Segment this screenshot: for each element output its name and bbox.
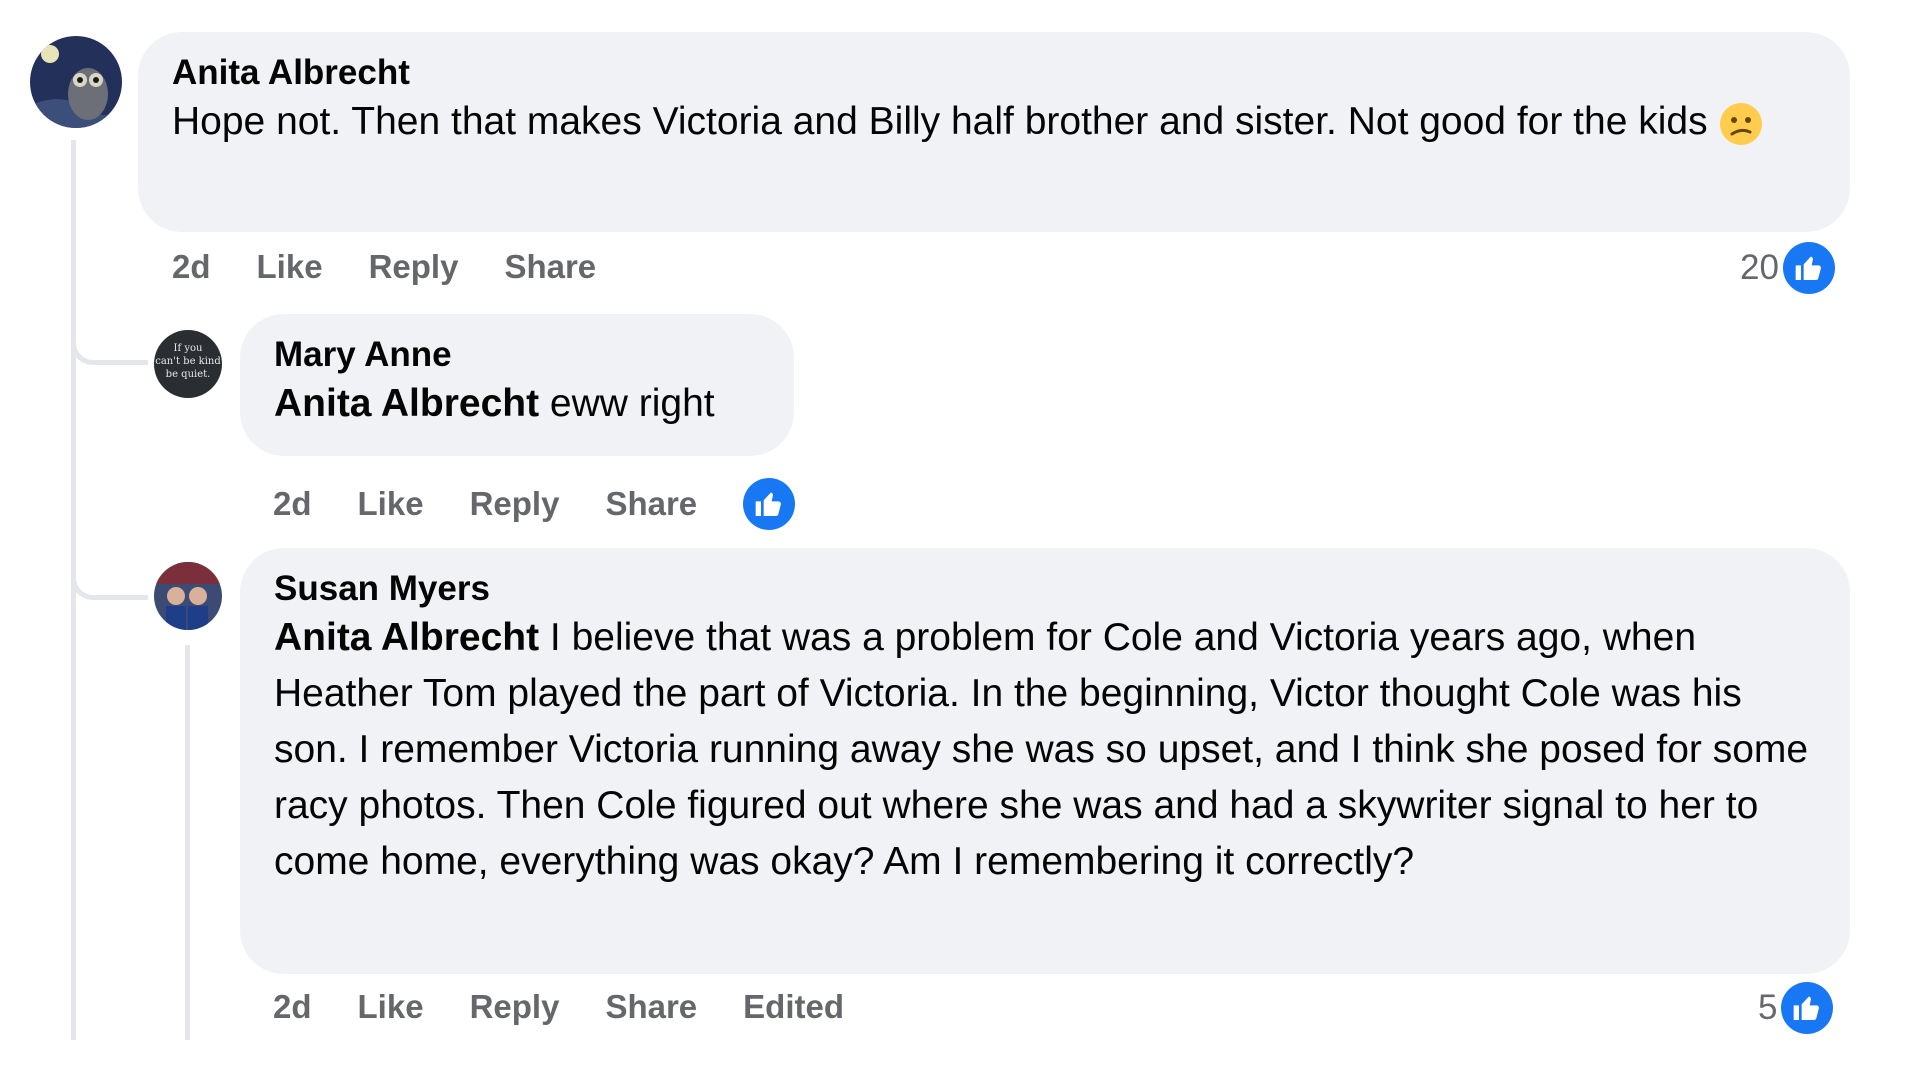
avatar-mary-anne[interactable]: If you can't be kind be quiet. <box>154 330 222 398</box>
timestamp[interactable]: 2d <box>172 248 211 286</box>
comment-author[interactable]: Anita Albrecht <box>172 52 1816 94</box>
thread-connector-reply-2 <box>71 545 148 600</box>
svg-text:be quiet.: be quiet. <box>166 369 211 380</box>
comment-author[interactable]: Susan Myers <box>274 568 1816 610</box>
thumbs-up-icon[interactable] <box>743 478 796 530</box>
thread-connector-reply-1 <box>71 310 148 365</box>
comment-text: Hope not. Then that makes Victoria and B… <box>172 94 1816 150</box>
reaction-summary-3[interactable]: 5 <box>1758 982 1834 1034</box>
comment-bubble-2: Mary Anne Anita Albrecht eww right <box>240 314 794 456</box>
comment-actions-3: 2d Like Reply Share Edited <box>273 988 890 1026</box>
thumbs-up-icon <box>1782 242 1835 294</box>
thread-line-sub <box>185 645 190 1040</box>
avatar-anita-albrecht[interactable] <box>30 36 122 128</box>
comment-author[interactable]: Mary Anne <box>274 334 760 376</box>
reaction-count: 5 <box>1758 988 1778 1027</box>
confused-face-icon <box>1719 102 1762 145</box>
share-button[interactable]: Share <box>504 248 596 286</box>
share-button[interactable]: Share <box>605 988 697 1026</box>
comment-bubble-3: Susan Myers Anita Albrecht I believe tha… <box>240 548 1850 974</box>
timestamp[interactable]: 2d <box>273 988 312 1026</box>
share-button[interactable]: Share <box>605 485 697 523</box>
timestamp[interactable]: 2d <box>273 485 312 523</box>
edited-label[interactable]: Edited <box>743 988 844 1026</box>
comment-text-body: Hope not. Then that makes Victoria and B… <box>172 100 1708 143</box>
reaction-count: 20 <box>1740 248 1779 287</box>
mention-link[interactable]: Anita Albrecht <box>274 616 539 659</box>
mention-link[interactable]: Anita Albrecht <box>274 382 539 425</box>
reply-button[interactable]: Reply <box>470 485 560 523</box>
reply-button[interactable]: Reply <box>369 248 459 286</box>
reply-button[interactable]: Reply <box>470 988 560 1026</box>
comment-text-body: eww right <box>549 382 715 425</box>
like-button[interactable]: Like <box>257 248 323 286</box>
comment-text: Anita Albrecht I believe that was a prob… <box>274 610 1816 890</box>
like-button[interactable]: Like <box>358 988 424 1026</box>
svg-text:can't be kind: can't be kind <box>155 356 221 367</box>
avatar-susan-myers[interactable] <box>154 562 222 630</box>
thumbs-up-icon <box>1781 982 1834 1034</box>
svg-text:If you: If you <box>174 343 204 354</box>
reaction-summary-1[interactable]: 20 <box>1740 242 1835 294</box>
comment-text: Anita Albrecht eww right <box>274 376 760 432</box>
comment-bubble-1: Anita Albrecht Hope not. Then that makes… <box>138 32 1850 232</box>
like-button[interactable]: Like <box>358 485 424 523</box>
comment-actions-2: 2d Like Reply Share <box>273 478 796 530</box>
comment-actions-1: 2d Like Reply Share <box>172 248 642 286</box>
